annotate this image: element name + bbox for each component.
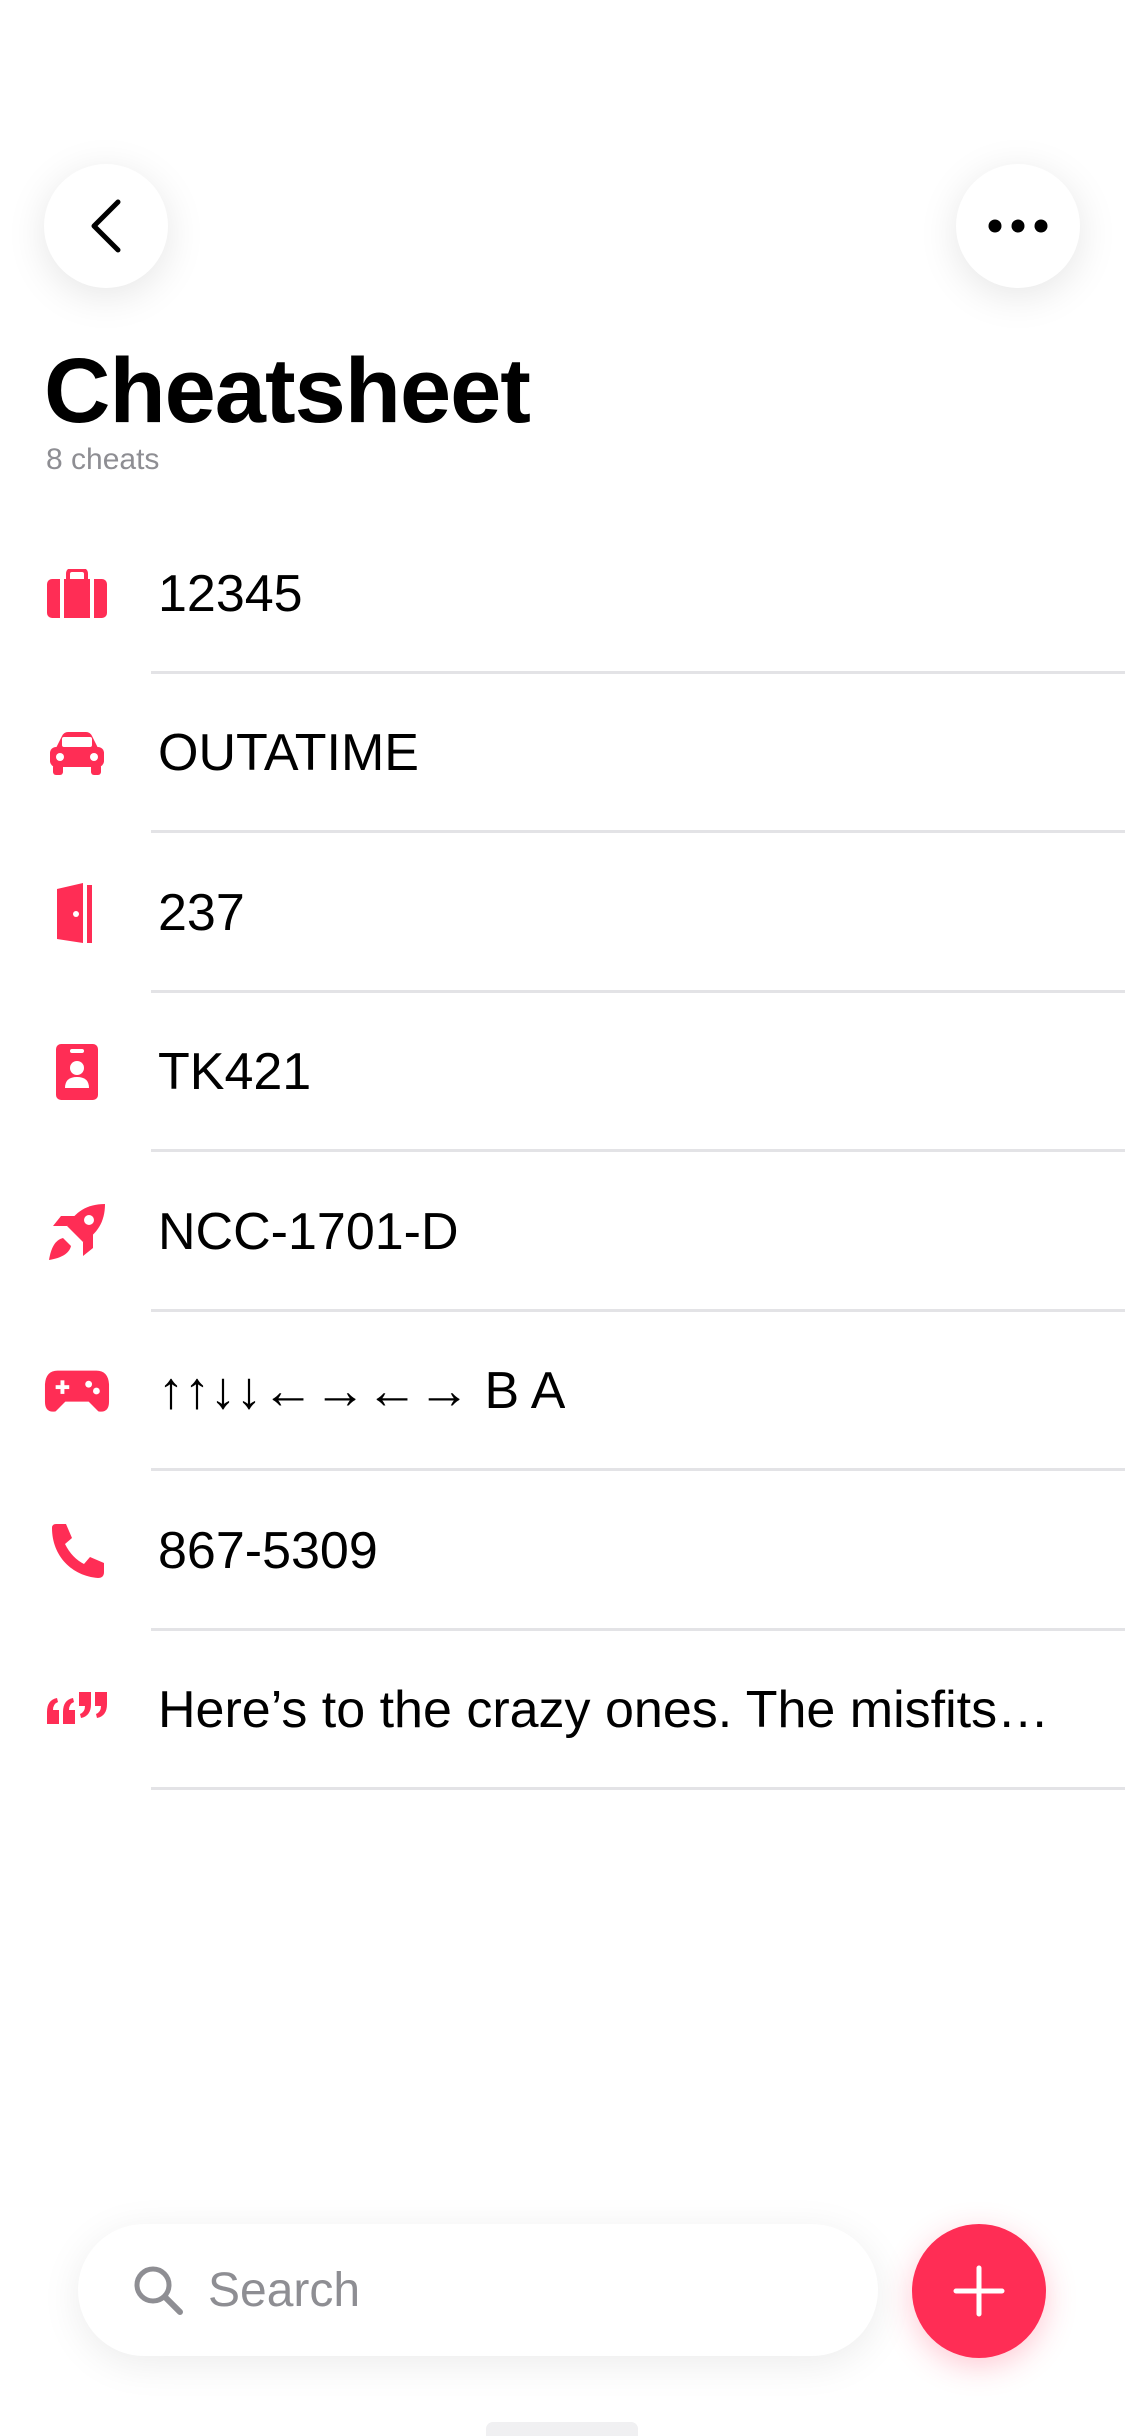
phone-icon [44, 1518, 110, 1584]
chevron-left-icon [91, 199, 121, 253]
cheat-label: TK421 [158, 1043, 312, 1102]
list-item[interactable]: 12345 [0, 514, 1125, 674]
briefcase-icon [44, 561, 110, 627]
rocket-icon [44, 1199, 110, 1265]
ellipsis-icon [988, 219, 1048, 233]
cheat-label: OUTATIME [158, 724, 419, 783]
list-item[interactable]: 867-5309 [0, 1471, 1125, 1631]
add-cheat-button[interactable] [912, 2224, 1046, 2358]
door-icon [44, 880, 110, 946]
id-badge-icon [44, 1039, 110, 1105]
plus-icon [953, 2265, 1005, 2317]
list-item[interactable]: OUTATIME [0, 674, 1125, 833]
search-icon [134, 2266, 183, 2315]
car-icon [44, 720, 110, 786]
back-button[interactable] [44, 164, 168, 288]
list-item[interactable]: 237 [0, 833, 1125, 993]
search-bar[interactable] [78, 2224, 878, 2356]
list-item[interactable]: ↑↑↓↓←→←→ B A [0, 1312, 1125, 1471]
cheat-label: Here’s to the crazy ones. The misfits… [158, 1681, 1050, 1740]
cheat-label: NCC-1701-D [158, 1202, 459, 1261]
cheat-list: 12345 OUTATIME 237 TK421 NCC-1701-D ↑↑↓↓… [0, 514, 1125, 1790]
home-indicator [486, 2422, 638, 2436]
gamepad-icon [44, 1358, 110, 1424]
list-item[interactable]: NCC-1701-D [0, 1152, 1125, 1312]
cheat-count: 8 cheats [46, 443, 160, 476]
cheat-label: 867-5309 [158, 1521, 378, 1580]
divider [151, 1787, 1125, 1790]
page-title: Cheatsheet [44, 340, 531, 442]
cheat-label: 237 [158, 883, 245, 942]
list-item[interactable]: Here’s to the crazy ones. The misfits… [0, 1631, 1125, 1790]
list-item[interactable]: TK421 [0, 993, 1125, 1152]
cheat-label: 12345 [158, 564, 303, 623]
more-options-button[interactable] [956, 164, 1080, 288]
cheat-label: ↑↑↓↓←→←→ B A [158, 1362, 566, 1421]
quote-icon [44, 1677, 110, 1743]
search-input[interactable] [208, 2250, 828, 2330]
